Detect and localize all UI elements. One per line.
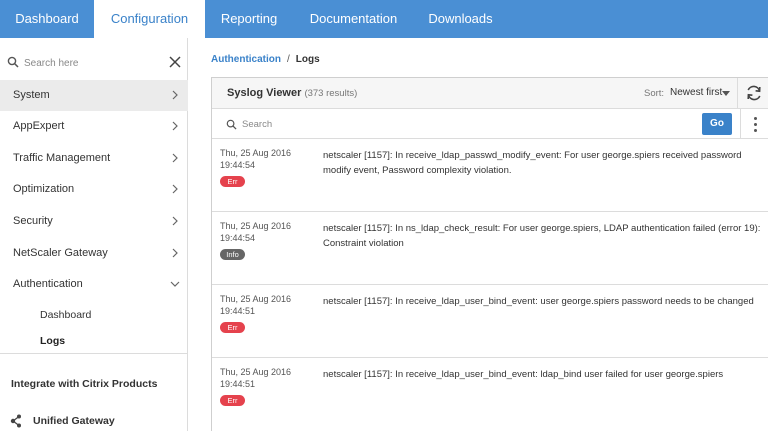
- log-time: 19:44:54: [220, 233, 256, 243]
- log-timestamp: Thu, 25 Aug 2016 19:44:54: [220, 147, 291, 171]
- go-button[interactable]: Go: [702, 113, 732, 135]
- sidebar-item-authentication[interactable]: Authentication: [0, 269, 188, 300]
- sidebar-item-label: Authentication: [13, 278, 83, 290]
- breadcrumb: Authentication / Logs: [211, 54, 320, 65]
- sidebar-divider: [0, 353, 188, 354]
- breadcrumb-separator: /: [287, 54, 290, 65]
- log-time: 19:44:54: [220, 160, 256, 170]
- chevron-right-icon: [172, 184, 178, 194]
- err-badge: Err: [220, 176, 245, 187]
- log-message: netscaler [1157]: In receive_ldap_passwd…: [323, 150, 742, 176]
- integrate-heading: Integrate with Citrix Products: [11, 378, 158, 390]
- sidebar-subitem-dashboard[interactable]: Dashboard: [0, 303, 188, 327]
- sidebar-item-netscaler-gateway[interactable]: NetScaler Gateway: [0, 238, 188, 269]
- sort-dropdown[interactable]: Newest first: [670, 87, 722, 98]
- tab-documentation[interactable]: Documentation: [293, 0, 414, 38]
- sidebar-item-label: AppExpert: [13, 120, 65, 132]
- sidebar-search-input[interactable]: [24, 53, 154, 73]
- err-badge: Err: [220, 395, 245, 406]
- refresh-icon: [747, 85, 761, 101]
- log-row[interactable]: Thu, 25 Aug 2016 19:44:54 Info netscaler…: [212, 212, 768, 285]
- result-count: (373 results): [304, 88, 358, 99]
- chevron-right-icon: [172, 248, 178, 258]
- chevron-right-icon: [172, 216, 178, 226]
- tab-downloads[interactable]: Downloads: [414, 0, 507, 38]
- log-time: 19:44:51: [220, 306, 256, 316]
- sidebar-item-system[interactable]: System: [0, 80, 188, 111]
- sidebar-item-label: Optimization: [13, 183, 75, 195]
- err-badge: Err: [220, 322, 245, 333]
- sidebar-item-optimization[interactable]: Optimization: [0, 174, 188, 205]
- tab-reporting[interactable]: Reporting: [205, 0, 293, 38]
- sidebar-item-label: Security: [13, 215, 53, 227]
- log-timestamp: Thu, 25 Aug 2016 19:44:51: [220, 366, 291, 390]
- log-time: 19:44:51: [220, 379, 256, 389]
- panel-title: Syslog Viewer (373 results): [227, 87, 357, 99]
- log-row[interactable]: Thu, 25 Aug 2016 19:44:51 Err netscaler …: [212, 358, 768, 432]
- sidebar-subitem-label: Logs: [40, 335, 66, 347]
- chevron-right-icon: [172, 121, 178, 131]
- chevron-right-icon: [172, 90, 178, 100]
- kebab-dot: [754, 117, 757, 120]
- panel-title-text: Syslog Viewer: [227, 87, 302, 99]
- log-date: Thu, 25 Aug 2016: [220, 367, 292, 377]
- more-options-button[interactable]: [740, 109, 768, 139]
- sidebar-item-unified-gateway[interactable]: Unified Gateway: [0, 410, 188, 432]
- sidebar-item-traffic-management[interactable]: Traffic Management: [0, 143, 188, 174]
- kebab-dot: [754, 123, 757, 126]
- chevron-down-icon: [170, 281, 180, 287]
- search-icon: [226, 119, 237, 130]
- sidebar-search: [0, 46, 188, 80]
- log-date: Thu, 25 Aug 2016: [220, 294, 292, 304]
- log-message: netscaler [1157]: In receive_ldap_user_b…: [323, 369, 724, 380]
- sidebar: System AppExpert Traffic Management Opti…: [0, 38, 188, 431]
- log-date: Thu, 25 Aug 2016: [220, 148, 292, 158]
- unified-gateway-label: Unified Gateway: [33, 415, 115, 427]
- top-nav: Dashboard Configuration Reporting Docume…: [0, 0, 768, 38]
- breadcrumb-authentication-link[interactable]: Authentication: [211, 54, 281, 65]
- sidebar-subitem-label: Dashboard: [40, 309, 92, 321]
- tab-dashboard[interactable]: Dashboard: [0, 0, 94, 38]
- log-timestamp: Thu, 25 Aug 2016 19:44:51: [220, 293, 291, 317]
- sidebar-item-appexpert[interactable]: AppExpert: [0, 111, 188, 142]
- log-search-bar: Go: [212, 109, 768, 139]
- tab-configuration[interactable]: Configuration: [94, 0, 205, 38]
- log-row[interactable]: Thu, 25 Aug 2016 19:44:51 Err netscaler …: [212, 285, 768, 358]
- sidebar-item-label: NetScaler Gateway: [13, 247, 108, 259]
- search-icon: [7, 56, 19, 68]
- log-search-input[interactable]: [242, 114, 642, 134]
- sort-label: Sort:: [644, 88, 665, 99]
- sidebar-subitem-logs[interactable]: Logs: [0, 329, 188, 353]
- log-message: netscaler [1157]: In ns_ldap_check_resul…: [323, 223, 761, 249]
- breadcrumb-current: Logs: [295, 54, 320, 65]
- refresh-button[interactable]: [737, 78, 768, 109]
- log-row[interactable]: Thu, 25 Aug 2016 19:44:54 Err netscaler …: [212, 139, 768, 212]
- log-timestamp: Thu, 25 Aug 2016 19:44:54: [220, 220, 291, 244]
- log-message: netscaler [1157]: In receive_ldap_user_b…: [323, 296, 754, 307]
- chevron-right-icon: [172, 153, 178, 163]
- info-badge: Info: [220, 249, 245, 260]
- close-icon[interactable]: [168, 55, 182, 69]
- log-date: Thu, 25 Aug 2016: [220, 221, 292, 231]
- sidebar-item-security[interactable]: Security: [0, 206, 188, 237]
- sidebar-item-label: Traffic Management: [13, 152, 111, 164]
- panel-header: Syslog Viewer (373 results) Sort: Newest…: [212, 78, 768, 109]
- syslog-panel: Syslog Viewer (373 results) Sort: Newest…: [211, 77, 768, 431]
- kebab-dot: [754, 129, 757, 132]
- sidebar-item-label: System: [13, 89, 50, 101]
- caret-down-icon[interactable]: [722, 91, 730, 96]
- share-nodes-icon: [10, 414, 21, 428]
